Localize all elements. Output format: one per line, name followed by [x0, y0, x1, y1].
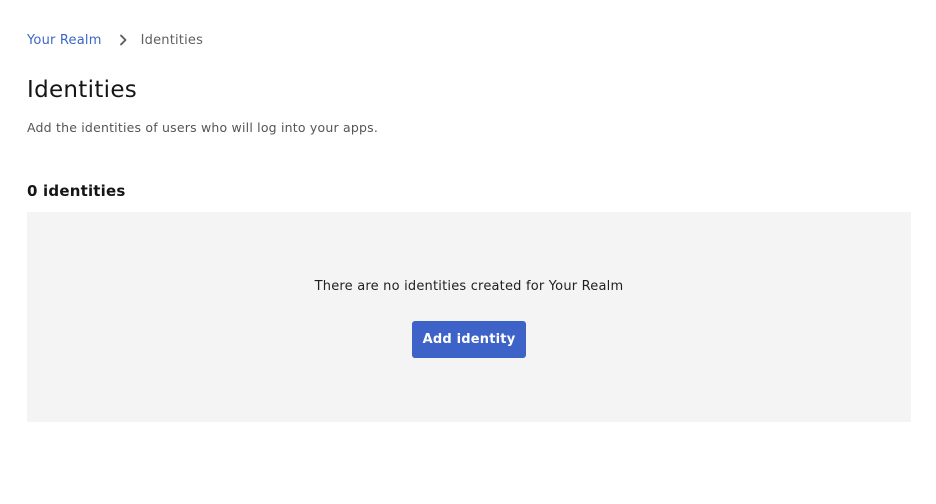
page-title: Identities — [27, 77, 138, 103]
breadcrumb: Your Realm Identities — [27, 31, 203, 49]
add-identity-button[interactable]: Add identity — [412, 321, 526, 358]
empty-state-message: There are no identities created for Your… — [314, 279, 624, 294]
identities-page: Your Realm Identities Identities Add the… — [0, 0, 936, 504]
empty-state-panel: There are no identities created for Your… — [27, 212, 911, 422]
breadcrumb-current: Identities — [140, 32, 204, 48]
breadcrumb-link-realm[interactable]: Your Realm — [27, 33, 102, 48]
page-subtitle: Add the identities of users who will log… — [27, 120, 379, 135]
chevron-right-icon — [116, 33, 130, 47]
identities-count: 0 identities — [27, 182, 126, 200]
